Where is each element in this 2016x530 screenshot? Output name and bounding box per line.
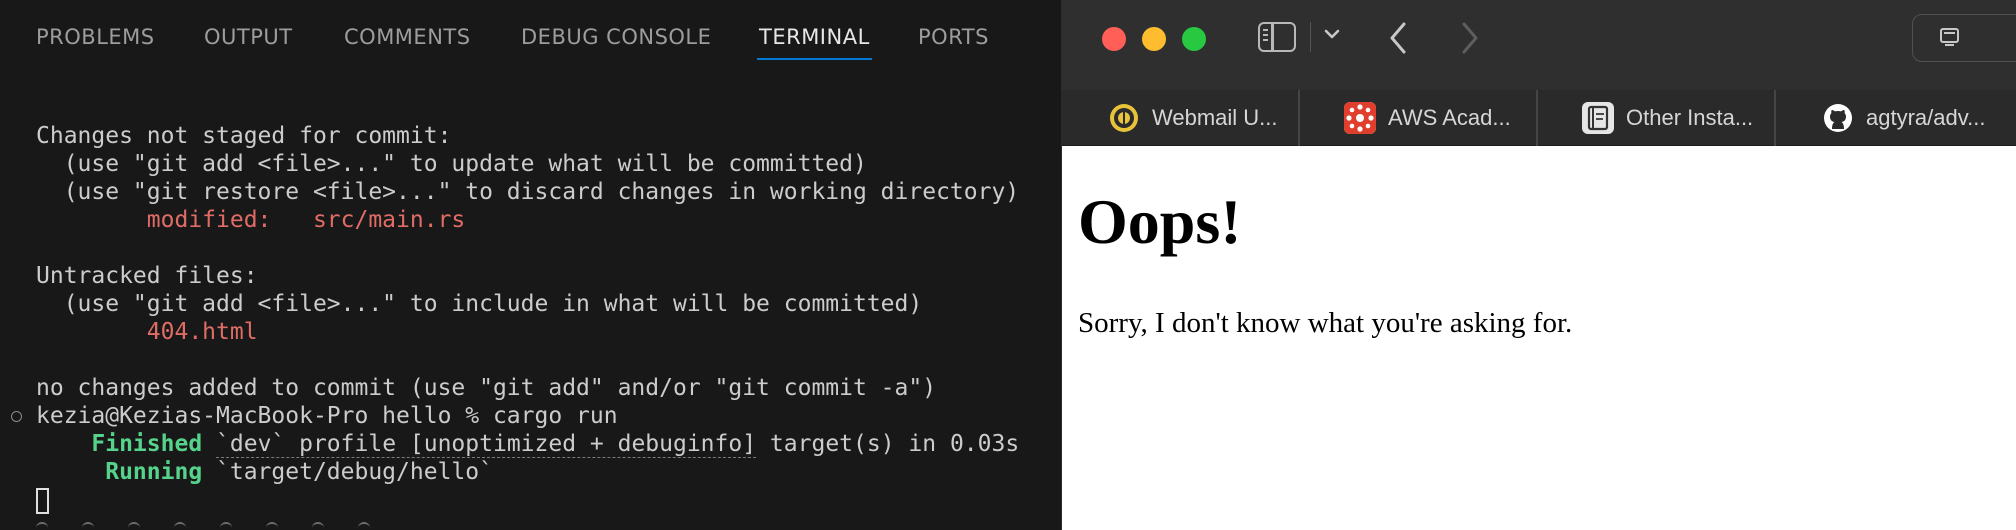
terminal-line-finished: Finished `dev` profile [unoptimized + de… — [36, 430, 1056, 458]
status-icon — [220, 522, 232, 530]
terminal-line: (use "git restore <file>..." to discard … — [36, 179, 1020, 205]
github-icon — [1822, 102, 1854, 134]
favorite-other-instance[interactable]: Other Insta... — [1582, 90, 1753, 146]
university-seal-icon — [1108, 102, 1140, 134]
tab-comments[interactable]: COMMENTS — [344, 22, 471, 52]
terminal-line: no changes added to commit (use "git add… — [36, 375, 937, 401]
untracked-file: 404.html — [36, 319, 258, 345]
running-label: Running — [36, 459, 203, 485]
toolbar-separator — [1310, 22, 1311, 52]
finished-pre — [202, 431, 216, 457]
finished-post: target(s) in 0.03s — [756, 431, 1020, 457]
favorite-webmail[interactable]: Webmail U... — [1108, 90, 1278, 146]
status-bar-icons — [36, 522, 496, 530]
tab-ports[interactable]: PORTS — [918, 22, 989, 52]
tab-debug-console[interactable]: DEBUG CONSOLE — [521, 22, 711, 52]
back-arrow-icon[interactable] — [1384, 18, 1414, 58]
status-icon — [174, 522, 186, 530]
terminal-prompt: kezia@Kezias-MacBook-Pro hello % cargo r… — [36, 403, 618, 429]
terminal-line: Changes not staged for commit: — [36, 123, 452, 149]
status-icon — [36, 522, 48, 530]
status-icon — [82, 522, 94, 530]
modified-label: modified: — [36, 207, 272, 233]
favorite-github-repo[interactable]: agtyra/adv... — [1822, 90, 1985, 146]
favorite-label: agtyra/adv... — [1866, 105, 1986, 130]
sidebar-toggle-icon[interactable] — [1258, 22, 1296, 52]
chevron-down-icon[interactable] — [1322, 24, 1342, 44]
favorite-label: Other Insta... — [1626, 105, 1754, 130]
status-icon — [358, 522, 370, 530]
favorite-separator — [1774, 90, 1776, 146]
favorite-aws-academy[interactable]: AWS Acad... — [1344, 90, 1511, 146]
finished-profile: `dev` profile [unoptimized + debuginfo] — [216, 431, 757, 458]
canvas-icon — [1344, 102, 1376, 134]
terminal-line-running: Running `target/debug/hello` — [36, 458, 1056, 486]
favorites-bar: Webmail U... AWS Acad... Other Insta... … — [1062, 90, 2016, 146]
page-heading: Oops! — [1078, 186, 1242, 257]
terminal-output[interactable]: Changes not staged for commit: (use "git… — [36, 122, 1056, 486]
tab-output[interactable]: OUTPUT — [204, 22, 293, 52]
tab-overview-icon — [1940, 28, 1959, 46]
running-rest: `target/debug/hello` — [202, 459, 493, 485]
browser-toolbar — [1062, 0, 2016, 90]
notebook-icon — [1582, 102, 1614, 134]
close-window-button[interactable] — [1102, 27, 1126, 51]
minimize-window-button[interactable] — [1142, 27, 1166, 51]
favorite-label: AWS Acad... — [1388, 105, 1511, 130]
browser-window: Webmail U... AWS Acad... Other Insta... … — [1062, 0, 2016, 530]
favorite-label: Webmail U... — [1152, 105, 1278, 130]
tab-overview-button[interactable] — [1912, 14, 2016, 62]
page-content: Oops! Sorry, I don't know what you're as… — [1062, 146, 2016, 530]
terminal-line: Untracked files: — [36, 263, 258, 289]
page-message: Sorry, I don't know what you're asking f… — [1078, 307, 1573, 339]
terminal-line: (use "git add <file>..." to update what … — [36, 151, 867, 177]
favorite-separator — [1536, 90, 1538, 146]
terminal-cursor — [36, 488, 49, 514]
favorite-separator — [1298, 90, 1300, 146]
status-icon — [312, 522, 324, 530]
command-decoration-icon[interactable] — [11, 411, 22, 422]
terminal-line: (use "git add <file>..." to include in w… — [36, 291, 923, 317]
status-icon — [128, 522, 140, 530]
tab-terminal[interactable]: TERMINAL — [757, 22, 872, 60]
status-icon — [266, 522, 278, 530]
forward-arrow-icon[interactable] — [1454, 18, 1484, 58]
vscode-panel: PROBLEMS OUTPUT COMMENTS DEBUG CONSOLE T… — [0, 0, 1062, 530]
terminal-line-modified: modified: src/main.rs — [36, 206, 1056, 234]
finished-label: Finished — [36, 431, 203, 457]
maximize-window-button[interactable] — [1182, 27, 1206, 51]
modified-file: src/main.rs — [271, 207, 466, 233]
tab-problems[interactable]: PROBLEMS — [36, 22, 155, 52]
